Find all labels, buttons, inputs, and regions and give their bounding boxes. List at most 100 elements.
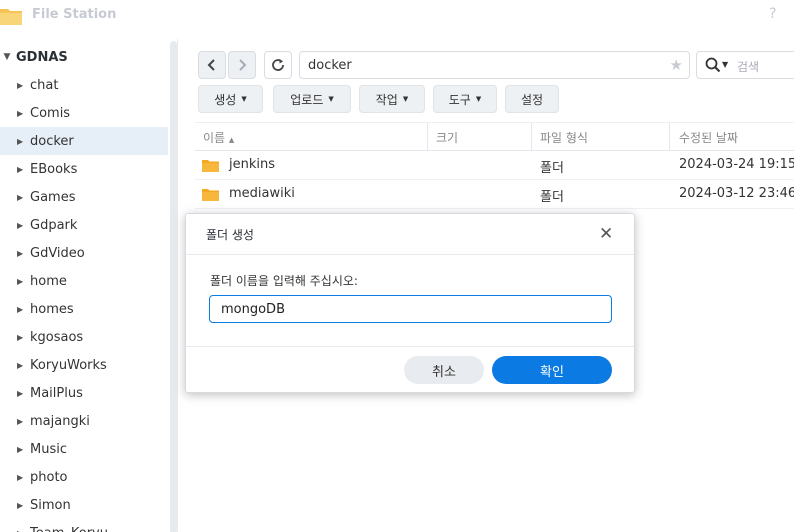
table-row[interactable]: jenkins 폴더 2024-03-24 19:15 [195,151,794,180]
caret-right-icon[interactable]: ▶ [17,501,26,510]
column-header-size[interactable]: 크기 [436,129,458,146]
tools-button[interactable]: 도구 ▼ [433,85,497,113]
caret-down-icon: ▼ [402,95,409,103]
caret-right-icon[interactable]: ▶ [17,389,26,398]
dialog-prompt: 폴더 이름을 입력해 주십시오: [210,274,358,288]
sidebar-item[interactable]: ▶ Simon [0,491,168,519]
column-separator[interactable] [427,123,428,151]
sidebar-item-label: EBooks [30,161,78,177]
sidebar-item-label: home [30,273,67,289]
action-label: 작업 [375,92,398,107]
caret-right-icon[interactable]: ▶ [17,529,26,532]
search-placeholder: 검색 [737,60,760,74]
column-separator[interactable] [531,123,532,151]
sidebar-item-label: docker [30,133,74,149]
create-button[interactable]: 생성 ▼ [198,85,263,113]
caret-right-icon[interactable]: ▶ [17,361,26,370]
refresh-icon [272,59,284,71]
sidebar-item-label: majangki [30,413,90,429]
close-icon[interactable]: ✕ [599,224,613,244]
path-bar[interactable]: docker ★ [299,51,690,79]
table-header: 이름 ▲ 크기 파일 형식 수정된 날짜 [195,122,794,151]
sidebar-item-label: Games [30,189,76,205]
sidebar-item-label: KoryuWorks [30,357,107,373]
sidebar-item-label: GdVideo [30,245,85,261]
folder-app-icon [0,9,22,25]
row-modified: 2024-03-24 19:15 [679,157,794,172]
tree-root-gdnas[interactable]: ▼ GDNAS [0,47,68,67]
star-icon[interactable]: ★ [670,56,683,74]
search-box[interactable]: ▼ 검색 [696,51,794,79]
sidebar-item-label: Music [30,441,67,457]
caret-right-icon[interactable]: ▶ [17,277,26,286]
caret-right-icon[interactable]: ▶ [17,249,26,258]
caret-right-icon[interactable]: ▶ [17,221,26,230]
caret-down-icon[interactable]: ▼ [722,60,728,69]
caret-right-icon[interactable]: ▶ [17,473,26,482]
sidebar-item[interactable]: ▶ Team_Koryu [0,519,168,532]
ok-button[interactable]: 확인 [492,356,612,384]
caret-right-icon[interactable]: ▶ [17,137,26,146]
action-button[interactable]: 작업 ▼ [359,85,425,113]
column-separator[interactable] [669,123,670,151]
forward-button[interactable] [228,51,256,79]
refresh-button[interactable] [264,51,292,79]
sidebar-item-label: homes [30,301,74,317]
sidebar-item-label: chat [30,77,59,93]
caret-right-icon[interactable]: ▶ [17,109,26,118]
row-type: 폴더 [540,161,564,176]
app-title: File Station [32,7,117,22]
caret-right-icon[interactable]: ▶ [17,305,26,314]
sidebar-item-label: MailPlus [30,385,83,401]
sidebar-item-label: kgosaos [30,329,84,345]
settings-label: 설정 [520,92,544,107]
caret-right-icon[interactable]: ▶ [17,193,26,202]
tree-root-label: GDNAS [16,49,68,65]
sidebar-item[interactable]: ▶ MailPlus [0,379,168,407]
sidebar-item[interactable]: ▶ chat [0,71,168,99]
sort-asc-icon: ▲ [228,136,235,144]
sidebar-item[interactable]: ▶ Games [0,183,168,211]
sidebar-item[interactable]: ▶ home [0,267,168,295]
row-name: mediawiki [229,186,295,201]
settings-button[interactable]: 설정 [505,85,559,113]
caret-down-icon[interactable]: ▼ [1,52,13,62]
column-header-modified[interactable]: 수정된 날짜 [679,129,738,146]
sidebar-item[interactable]: ▶ Music [0,435,168,463]
folder-name-input[interactable] [209,295,612,323]
sidebar-item[interactable]: ▶ GdVideo [0,239,168,267]
caret-right-icon[interactable]: ▶ [17,333,26,342]
folder-icon [202,189,219,201]
chevron-left-icon [207,59,215,71]
sidebar-item[interactable]: ▶ homes [0,295,168,323]
caret-right-icon[interactable]: ▶ [17,81,26,90]
column-header-name[interactable]: 이름 ▲ [203,129,234,146]
upload-button[interactable]: 업로드 ▼ [273,85,351,113]
create-folder-dialog: 폴더 생성 ✕ 폴더 이름을 입력해 주십시오: 취소 확인 [185,213,635,393]
help-button[interactable]: ? [769,6,776,22]
sidebar-item[interactable]: ▶ kgosaos [0,323,168,351]
create-label: 생성 [214,92,237,107]
sidebar-item-label: photo [30,469,68,485]
sidebar-item[interactable]: ▶ Comis [0,99,168,127]
table-row[interactable]: mediawiki 폴더 2024-03-12 23:46 [195,180,794,209]
caret-right-icon[interactable]: ▶ [17,445,26,454]
search-icon [705,57,721,73]
tools-label: 도구 [448,92,471,107]
caret-right-icon[interactable]: ▶ [17,417,26,426]
title-bar: File Station ? [0,0,794,31]
sidebar-item-label: Comis [30,105,71,121]
sidebar-item[interactable]: ▶ Gdpark [0,211,168,239]
sidebar-item[interactable]: ▶ EBooks [0,155,168,183]
column-header-type[interactable]: 파일 형식 [540,129,588,146]
sidebar-scrollbar[interactable] [170,41,177,532]
row-modified: 2024-03-12 23:46 [679,186,794,201]
upload-label: 업로드 [290,92,324,107]
sidebar-item[interactable]: ▶ photo [0,463,168,491]
sidebar-item[interactable]: ▶ KoryuWorks [0,351,168,379]
sidebar-item[interactable]: ▶ docker [0,127,168,155]
back-button[interactable] [198,51,226,79]
cancel-button[interactable]: 취소 [404,356,484,384]
sidebar-item[interactable]: ▶ majangki [0,407,168,435]
caret-right-icon[interactable]: ▶ [17,165,26,174]
